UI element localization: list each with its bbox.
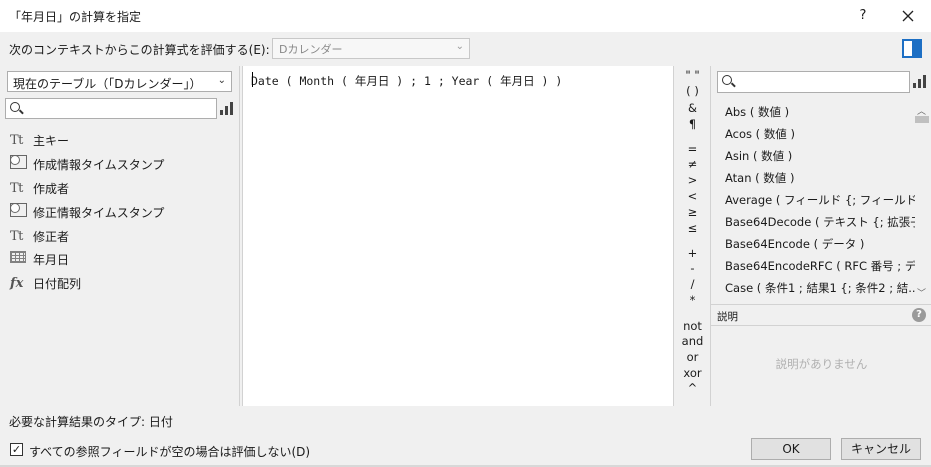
function-panel: Abs ( 数値 ) Acos ( 数値 ) Asin ( 数値 ) Atan … bbox=[710, 66, 931, 406]
operator-divide[interactable]: / bbox=[676, 277, 709, 291]
field-item[interactable]: 作成情報タイムスタンプ bbox=[10, 153, 164, 175]
operator-pilcrow[interactable]: ¶ bbox=[676, 117, 709, 131]
field-label: 修正情報タイムスタンプ bbox=[33, 205, 165, 220]
help-button[interactable]: ? bbox=[852, 5, 874, 27]
scroll-down-arrow[interactable]: ﹀ bbox=[917, 286, 926, 299]
field-item[interactable]: 修正情報タイムスタンプ bbox=[10, 201, 164, 223]
field-item[interactable]: Tt 主キー bbox=[10, 129, 69, 151]
dialog-title: 「年月日」の計算を指定 bbox=[9, 10, 142, 24]
function-item[interactable]: Base64Decode ( テキスト {; 拡張子... bbox=[725, 214, 915, 230]
operator-parentheses[interactable]: ( ) bbox=[676, 84, 709, 98]
description-header: 説明 ? bbox=[711, 304, 931, 326]
context-label: 次のコンテキストからこの計算式を評価する(E): bbox=[9, 43, 270, 57]
field-label: 日付配列 bbox=[33, 276, 82, 291]
sort-icon[interactable] bbox=[913, 75, 926, 88]
operator-minus[interactable]: - bbox=[676, 261, 709, 275]
help-icon[interactable]: ? bbox=[912, 308, 926, 322]
operator-greater[interactable]: > bbox=[676, 173, 709, 187]
panel-toggle-button[interactable] bbox=[902, 39, 922, 58]
search-icon bbox=[10, 102, 20, 112]
field-item[interactable]: 年月日 bbox=[10, 248, 69, 270]
function-item[interactable]: Average ( フィールド {; フィールド...} ) bbox=[725, 192, 915, 208]
skip-empty-checkbox[interactable]: ✓ bbox=[10, 443, 23, 456]
operator-less-equal[interactable]: ≤ bbox=[676, 221, 709, 235]
field-label: 作成情報タイムスタンプ bbox=[33, 157, 165, 172]
field-search-input[interactable] bbox=[5, 98, 217, 119]
field-label: 修正者 bbox=[33, 229, 70, 244]
operator-not[interactable]: not bbox=[676, 319, 709, 333]
formula-editor[interactable]: Date ( Month ( 年月日 ) ; 1 ; Year ( 年月日 ) … bbox=[242, 66, 674, 406]
field-label: 作成者 bbox=[33, 181, 70, 196]
skip-empty-label[interactable]: すべての参照フィールドが空の場合は評価しない(D) bbox=[29, 443, 310, 460]
panel-toggle-icon bbox=[912, 41, 920, 56]
operator-equal[interactable]: = bbox=[676, 142, 709, 156]
result-type-label: 必要な計算結果のタイプ: 日付 bbox=[9, 415, 173, 429]
field-list-panel: 現在のテーブル（「Dカレンダー」） ⌄ Tt 主キー 作成情報タイムスタンプ T… bbox=[0, 66, 240, 406]
operator-not-equal[interactable]: ≠ bbox=[676, 157, 709, 171]
function-item[interactable]: Abs ( 数値 ) bbox=[725, 104, 915, 120]
context-dropdown[interactable]: Dカレンダー ⌄ bbox=[272, 38, 470, 59]
formula-text[interactable]: Date ( Month ( 年月日 ) ; 1 ; Year ( 年月日 ) … bbox=[251, 73, 562, 89]
checkmark-icon: ✓ bbox=[11, 443, 22, 456]
operator-power[interactable]: ^ bbox=[676, 381, 709, 395]
search-icon bbox=[722, 75, 732, 85]
scrollbar-thumb[interactable] bbox=[915, 116, 929, 123]
timestamp-field-icon bbox=[10, 155, 30, 173]
function-item[interactable]: Asin ( 数値 ) bbox=[725, 148, 915, 164]
operator-xor[interactable]: xor bbox=[676, 366, 709, 380]
operator-quotes[interactable]: " " bbox=[676, 68, 709, 82]
description-label: 説明 bbox=[717, 311, 738, 323]
description-empty-text: 説明がありません bbox=[775, 357, 868, 371]
calculation-field-icon: fx bbox=[10, 275, 24, 291]
operator-less[interactable]: < bbox=[676, 189, 709, 203]
function-item[interactable]: Atan ( 数値 ) bbox=[725, 170, 915, 186]
operator-plus[interactable]: + bbox=[676, 246, 709, 260]
field-label: 主キー bbox=[33, 133, 70, 148]
context-dropdown-value: Dカレンダー bbox=[279, 43, 343, 56]
close-button[interactable] bbox=[896, 5, 920, 27]
sort-icon[interactable] bbox=[220, 102, 233, 115]
field-item[interactable]: Tt 修正者 bbox=[10, 225, 69, 247]
function-item[interactable]: Case ( 条件1 ; 結果1 {; 条件2 ; 結... bbox=[725, 280, 915, 296]
operator-ampersand[interactable]: & bbox=[676, 101, 709, 115]
operator-multiply[interactable]: * bbox=[676, 293, 709, 307]
operator-or[interactable]: or bbox=[676, 350, 709, 364]
operator-greater-equal[interactable]: ≥ bbox=[676, 205, 709, 219]
operator-and[interactable]: and bbox=[676, 334, 709, 348]
chevron-down-icon: ⌄ bbox=[217, 75, 226, 86]
ok-button[interactable]: OK bbox=[751, 438, 831, 460]
text-field-icon: Tt bbox=[10, 180, 23, 196]
function-list: Abs ( 数値 ) Acos ( 数値 ) Asin ( 数値 ) Atan … bbox=[711, 101, 931, 299]
table-dropdown[interactable]: 現在のテーブル（「Dカレンダー」） ⌄ bbox=[7, 71, 232, 92]
close-icon bbox=[902, 10, 914, 22]
table-dropdown-value: 現在のテーブル（「Dカレンダー」） bbox=[13, 77, 202, 91]
function-item[interactable]: Base64EncodeRFC ( RFC 番号 ; デ... bbox=[725, 258, 915, 274]
timestamp-field-icon bbox=[10, 203, 30, 221]
text-field-icon: Tt bbox=[10, 132, 23, 148]
field-label: 年月日 bbox=[33, 252, 70, 267]
operator-palette: " " ( ) & ¶ = ≠ > < ≥ ≤ + - / * not and … bbox=[676, 66, 709, 406]
field-item[interactable]: Tt 作成者 bbox=[10, 177, 69, 199]
cancel-button[interactable]: キャンセル bbox=[841, 438, 921, 460]
text-caret bbox=[252, 72, 253, 87]
date-field-icon bbox=[10, 251, 30, 267]
function-item[interactable]: Acos ( 数値 ) bbox=[725, 126, 915, 142]
field-item[interactable]: fx 日付配列 bbox=[10, 272, 81, 294]
function-search-input[interactable] bbox=[717, 71, 910, 93]
chevron-down-icon: ⌄ bbox=[455, 41, 464, 52]
function-item[interactable]: Base64Encode ( データ ) bbox=[725, 236, 915, 252]
text-field-icon: Tt bbox=[10, 228, 23, 244]
